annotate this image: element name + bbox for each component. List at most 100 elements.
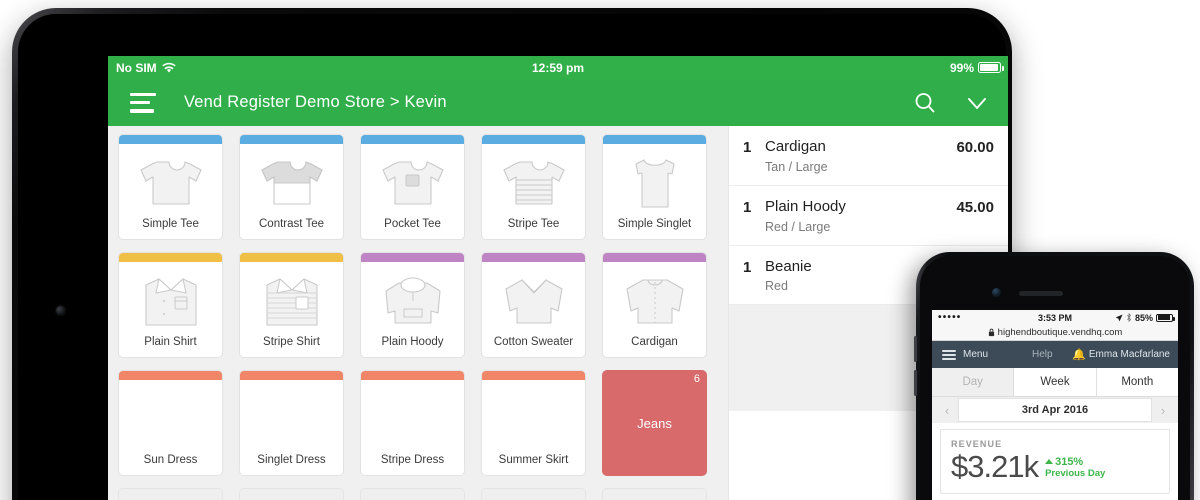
product-tile[interactable]: Plain Hoody (360, 252, 465, 358)
product-tile-empty[interactable] (118, 488, 223, 500)
revenue-card: REVENUE $3.21k 315% Previous Day (940, 429, 1170, 495)
product-tile[interactable]: Sun Dress (118, 370, 223, 476)
product-tile[interactable]: Plain Shirt (118, 252, 223, 358)
product-tile[interactable]: Stripe Shirt (239, 252, 344, 358)
product-label: Pocket Tee (384, 217, 441, 230)
product-artwork-icon (482, 144, 585, 219)
product-artwork-icon (482, 380, 585, 455)
cart-item-variant: Red / Large (765, 219, 831, 234)
revenue-comparison-label: Previous Day (1045, 468, 1106, 480)
product-label: Stripe Tee (507, 217, 560, 230)
phone-help-link[interactable]: Help (1032, 349, 1053, 360)
product-color-bar (119, 371, 222, 380)
revenue-delta-pct-row: 315% (1045, 456, 1105, 468)
cart-item-price: 45.00 (956, 198, 994, 216)
caret-up-icon (1045, 459, 1054, 465)
phone-volume-down-button[interactable] (914, 370, 917, 396)
product-label: Plain Hoody (381, 335, 444, 348)
product-artwork-icon (361, 144, 464, 219)
product-label: Cotton Sweater (493, 335, 574, 348)
product-color-bar (240, 135, 343, 144)
product-label: Cardigan (631, 335, 678, 348)
revenue-amount-row: $3.21k 315% Previous Day (951, 449, 1159, 484)
product-artwork-icon (240, 262, 343, 337)
lock-icon (988, 328, 994, 337)
product-tile[interactable]: 6 Jeans (602, 370, 707, 476)
cart-item-qty: 1 (743, 198, 752, 216)
product-tile[interactable]: Cardigan (602, 252, 707, 358)
phone-tab-week[interactable]: Week (1014, 368, 1097, 396)
product-color-bar (119, 135, 222, 144)
product-tile[interactable]: Simple Singlet (602, 134, 707, 240)
product-artwork-icon (119, 144, 222, 219)
product-tile[interactable]: Stripe Tee (481, 134, 586, 240)
phone-navbar: Menu Help 🔔 Emma Macfarlane (932, 341, 1178, 368)
cart-item-price: 60.00 (956, 139, 994, 156)
phone-device: ••••• 3:53 PM 85% highendboutique.vendhq… (914, 252, 1194, 500)
product-artwork-icon (119, 262, 222, 337)
product-artwork-icon (482, 262, 585, 337)
phone-period-tabs: Day Week Month (932, 368, 1178, 397)
phone-user-name[interactable]: Emma Macfarlane (1089, 349, 1170, 360)
product-tile-empty[interactable] (481, 488, 586, 500)
cart-item-name: Cardigan (765, 138, 826, 155)
product-grid: Simple Tee Contrast Tee Pocket Tee Stripe T… (108, 126, 728, 500)
tablet-front-camera-icon (56, 306, 65, 315)
phone-battery-percent: 85% (1134, 312, 1153, 323)
product-color-bar (119, 253, 222, 262)
status-right: 99% (950, 61, 1004, 75)
phone-volume-up-button[interactable] (914, 336, 917, 362)
phone-tab-month[interactable]: Month (1096, 368, 1178, 396)
product-tile-empty[interactable] (360, 488, 465, 500)
phone-hamburger-menu-icon[interactable] (942, 349, 956, 360)
search-icon[interactable] (912, 90, 938, 116)
location-arrow-icon (1115, 313, 1123, 321)
product-artwork-icon (240, 380, 343, 455)
product-tile[interactable]: Summer Skirt (481, 370, 586, 476)
product-artwork-icon (240, 144, 343, 219)
revenue-amount: $3.21k (951, 449, 1039, 484)
status-time: 12:59 pm (531, 60, 585, 75)
hamburger-menu-icon[interactable] (130, 92, 156, 113)
navbar-actions (912, 90, 990, 116)
chevron-right-icon[interactable]: › (1152, 403, 1174, 418)
ios-status-bar: No SIM 12:59 pm 99% (108, 56, 1008, 79)
pos-body: Simple Tee Contrast Tee Pocket Tee Stripe T… (108, 126, 1008, 500)
product-color-bar (361, 371, 464, 380)
chevron-down-icon[interactable] (964, 90, 990, 116)
product-label: Simple Singlet (617, 217, 692, 230)
product-color-bar (603, 253, 706, 262)
product-tile[interactable]: Stripe Dress (360, 370, 465, 476)
cart-row[interactable]: 1 Plain Hoody Red / Large 45.00 (729, 186, 1008, 246)
phone-menu-label[interactable]: Menu (963, 349, 988, 360)
product-color-bar (361, 135, 464, 144)
product-color-bar (482, 371, 585, 380)
product-label: Contrast Tee (259, 217, 324, 230)
phone-url-text: highendboutique.vendhq.com (997, 327, 1123, 338)
product-color-bar (361, 253, 464, 262)
product-label: Plain Shirt (144, 335, 197, 348)
bell-icon[interactable]: 🔔 (1072, 348, 1086, 361)
product-label: Singlet Dress (257, 453, 326, 466)
product-tile[interactable]: Pocket Tee (360, 134, 465, 240)
product-tile-empty[interactable] (239, 488, 344, 500)
product-label: Stripe Shirt (263, 335, 320, 348)
revenue-delta-pct: 315% (1055, 456, 1084, 469)
product-label: Stripe Dress (380, 453, 445, 466)
product-tile[interactable]: Simple Tee (118, 134, 223, 240)
product-label: Jeans (637, 415, 672, 431)
cart-row[interactable]: 1 Cardigan Tan / Large 60.00 (729, 126, 1008, 186)
product-artwork-icon (361, 262, 464, 337)
product-tile-empty[interactable] (602, 488, 707, 500)
cart-item-variant: Tan / Large (765, 159, 828, 174)
battery-icon (978, 62, 1004, 73)
phone-url-bar[interactable]: highendboutique.vendhq.com (932, 325, 1178, 341)
revenue-delta: 315% Previous Day (1045, 456, 1105, 481)
product-tile[interactable]: Cotton Sweater (481, 252, 586, 358)
product-tile[interactable]: Contrast Tee (239, 134, 344, 240)
cart-item-info: Cardigan Tan / Large (765, 138, 956, 174)
phone-tab-day[interactable]: Day (932, 368, 1015, 396)
chevron-left-icon[interactable]: ‹ (936, 403, 958, 418)
product-tile[interactable]: Singlet Dress (239, 370, 344, 476)
phone-date-label[interactable]: 3rd Apr 2016 (958, 398, 1152, 422)
